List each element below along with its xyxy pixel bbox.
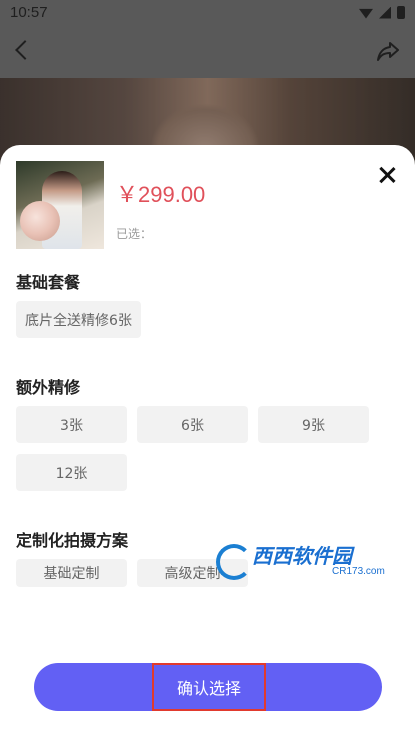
extra-retouch-option-6[interactable]: 6张 xyxy=(137,406,248,443)
selected-label: 已选： xyxy=(116,227,153,241)
custom-plan-option-basic[interactable]: 基础定制 xyxy=(16,559,127,587)
product-thumbnail xyxy=(16,161,104,249)
close-icon[interactable] xyxy=(377,165,397,185)
custom-plan-title: 定制化拍摄方案 xyxy=(16,531,129,550)
extra-retouch-option-9[interactable]: 9张 xyxy=(258,406,369,443)
extra-retouch-option-3[interactable]: 3张 xyxy=(16,406,127,443)
watermark-subtext: CR173.com xyxy=(332,566,385,577)
watermark: 西西软件园 CR173.com xyxy=(212,538,402,586)
watermark-logo-icon xyxy=(216,544,252,580)
product-price: ￥299.00 xyxy=(116,182,206,207)
watermark-text: 西西软件园 xyxy=(252,544,352,568)
confirm-button[interactable]: 确认选择 xyxy=(34,663,382,711)
confirm-button-label: 确认选择 xyxy=(152,663,266,711)
basic-package-title: 基础套餐 xyxy=(16,273,81,292)
thumb-flowers xyxy=(20,201,60,241)
extra-retouch-option-12[interactable]: 12张 xyxy=(16,454,127,491)
extra-retouch-title: 额外精修 xyxy=(16,378,81,397)
sku-bottom-sheet: ￥299.00 已选： 基础套餐 底片全送精修6张 额外精修 3张 6张 9张 … xyxy=(0,145,415,738)
basic-package-option[interactable]: 底片全送精修6张 xyxy=(16,301,141,338)
